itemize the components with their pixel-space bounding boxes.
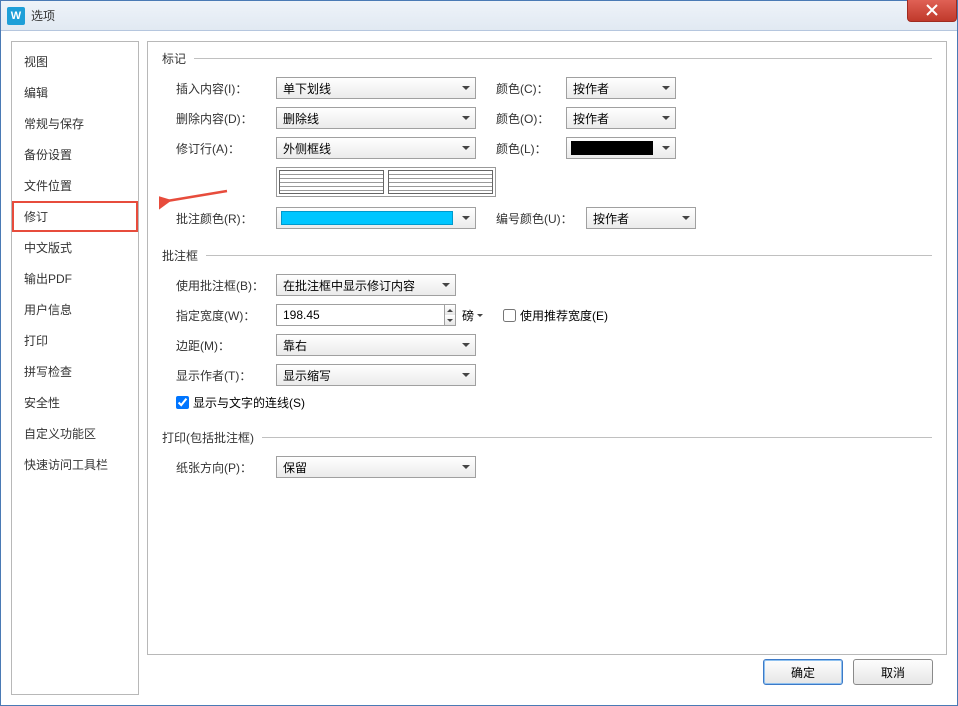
recommend-width-checkbox[interactable]: 使用推荐宽度(E) [503,307,608,324]
chevron-down-icon [457,457,475,477]
delete-content-value: 删除线 [277,110,457,127]
content-area: 视图 编辑 常规与保存 备份设置 文件位置 修订 中文版式 输出PDF 用户信息… [1,31,957,705]
sidebar-item-general-save[interactable]: 常规与保存 [12,108,138,139]
close-button[interactable] [907,0,957,22]
width-unit-combo[interactable]: 磅 [462,304,483,326]
chevron-down-icon [457,208,475,228]
orientation-label: 纸张方向(P)： [176,459,276,476]
sidebar-item-print[interactable]: 打印 [12,325,138,356]
insert-color-value: 按作者 [567,80,657,97]
sidebar-item-file-location[interactable]: 文件位置 [12,170,138,201]
author-display-value: 显示缩写 [277,367,457,384]
chevron-down-icon [457,335,475,355]
author-display-combo[interactable]: 显示缩写 [276,364,476,386]
use-balloon-value: 在批注框中显示修订内容 [277,277,437,294]
options-dialog: W 选项 视图 编辑 常规与保存 备份设置 文件位置 修订 中文版式 输出PDF… [0,0,958,706]
revision-line-value: 外侧框线 [277,140,457,157]
print-legend: 打印(包括批注框) [162,429,262,446]
width-label: 指定宽度(W)： [176,307,276,324]
comment-color-swatch [281,211,453,225]
sidebar-item-user-info[interactable]: 用户信息 [12,294,138,325]
connector-line-input[interactable] [176,396,189,409]
titlebar: W 选项 [1,1,957,31]
revision-preview [276,167,496,197]
category-sidebar: 视图 编辑 常规与保存 备份设置 文件位置 修订 中文版式 输出PDF 用户信息… [11,41,139,695]
chevron-down-icon [657,78,675,98]
insert-content-value: 单下划线 [277,80,457,97]
delete-color-label: 颜色(O)： [496,110,566,127]
balloon-legend: 批注框 [162,247,206,264]
marking-legend: 标记 [162,50,194,67]
insert-content-label: 插入内容(I)： [176,80,276,97]
sidebar-item-customize-ribbon[interactable]: 自定义功能区 [12,418,138,449]
recommend-width-input[interactable] [503,309,516,322]
chevron-down-icon [457,138,475,158]
print-group: 打印(包括批注框) 纸张方向(P)： 保留 [162,429,932,486]
annotation-arrow-icon [159,187,229,211]
settings-panel: 标记 插入内容(I)： 单下划线 颜色(C)： 按作者 [147,41,947,655]
comment-color-combo[interactable] [276,207,476,229]
use-balloon-combo[interactable]: 在批注框中显示修订内容 [276,274,456,296]
number-color-value: 按作者 [587,210,677,227]
insert-color-label: 颜色(C)： [496,80,566,97]
orientation-value: 保留 [277,459,457,476]
delete-content-label: 删除内容(D)： [176,110,276,127]
revision-line-combo[interactable]: 外侧框线 [276,137,476,159]
preview-right [388,170,493,194]
chevron-down-icon [457,365,475,385]
recommend-width-label: 使用推荐宽度(E) [520,307,608,324]
marking-group: 标记 插入内容(I)： 单下划线 颜色(C)： 按作者 [162,50,932,237]
connector-line-label: 显示与文字的连线(S) [193,394,305,411]
sidebar-item-backup[interactable]: 备份设置 [12,139,138,170]
delete-color-value: 按作者 [567,110,657,127]
insert-content-combo[interactable]: 单下划线 [276,77,476,99]
number-color-combo[interactable]: 按作者 [586,207,696,229]
width-down-button[interactable] [445,315,455,325]
width-spinner[interactable] [276,304,456,326]
balloon-group: 批注框 使用批注框(B)： 在批注框中显示修订内容 指定宽度(W)： [162,247,932,419]
chevron-down-icon [457,108,475,128]
delete-color-combo[interactable]: 按作者 [566,107,676,129]
delete-content-combo[interactable]: 删除线 [276,107,476,129]
chevron-down-icon [457,78,475,98]
revision-color-swatch [571,141,653,155]
sidebar-item-view[interactable]: 视图 [12,46,138,77]
revision-line-label: 修订行(A)： [176,140,276,157]
revision-color-combo[interactable] [566,137,676,159]
comment-color-label: 批注颜色(R)： [176,210,276,227]
sidebar-item-chinese-layout[interactable]: 中文版式 [12,232,138,263]
chevron-down-icon [657,108,675,128]
chevron-down-icon [657,138,675,158]
cancel-button[interactable]: 取消 [853,659,933,685]
sidebar-item-security[interactable]: 安全性 [12,387,138,418]
margin-value: 靠右 [277,337,457,354]
window-title: 选项 [31,7,55,24]
chevron-down-icon [677,208,695,228]
sidebar-item-revision[interactable]: 修订 [12,201,138,232]
app-icon: W [7,7,25,25]
margin-label: 边距(M)： [176,337,276,354]
margin-combo[interactable]: 靠右 [276,334,476,356]
revision-color-label: 颜色(L)： [496,140,566,157]
dialog-footer: 确定 取消 [763,659,933,685]
sidebar-item-spellcheck[interactable]: 拼写检查 [12,356,138,387]
close-icon [926,4,938,16]
chevron-down-icon [437,275,455,295]
author-display-label: 显示作者(T)： [176,367,276,384]
sidebar-item-output-pdf[interactable]: 输出PDF [12,263,138,294]
main-panel: 标记 插入内容(I)： 单下划线 颜色(C)： 按作者 [147,41,947,695]
connector-line-checkbox[interactable]: 显示与文字的连线(S) [176,394,305,411]
use-balloon-label: 使用批注框(B)： [176,277,276,294]
sidebar-item-edit[interactable]: 编辑 [12,77,138,108]
ok-button[interactable]: 确定 [763,659,843,685]
sidebar-item-quick-access[interactable]: 快速访问工具栏 [12,449,138,480]
number-color-label: 编号颜色(U)： [496,210,586,227]
width-input[interactable] [277,305,444,325]
preview-left [279,170,384,194]
width-up-button[interactable] [445,305,455,315]
orientation-combo[interactable]: 保留 [276,456,476,478]
insert-color-combo[interactable]: 按作者 [566,77,676,99]
